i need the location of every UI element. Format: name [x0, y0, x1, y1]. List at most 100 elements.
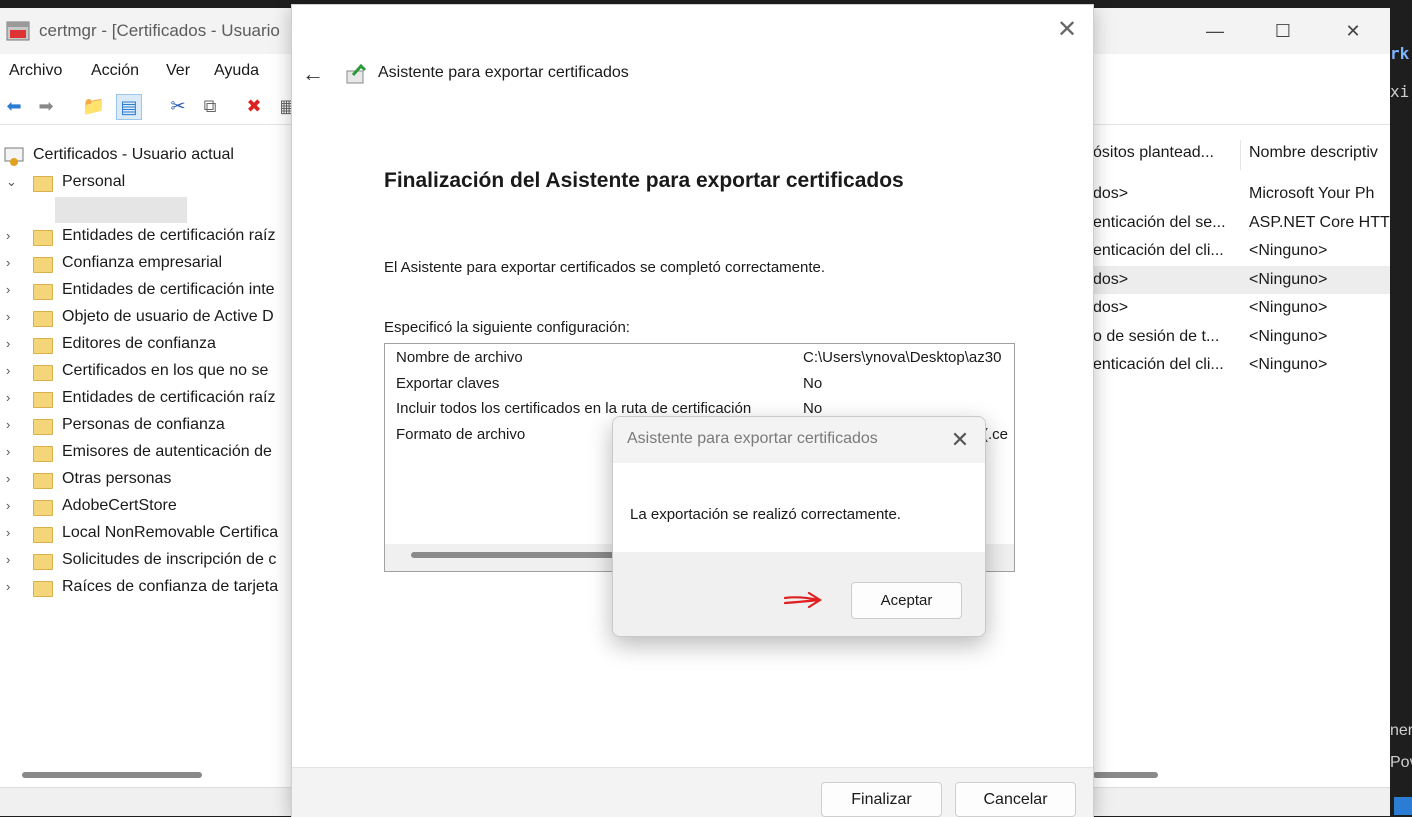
list-cell-purposes: dos> [1093, 299, 1129, 316]
list-cell-purposes: enticación del cli... [1093, 356, 1224, 373]
terminal-text: rk [1390, 44, 1410, 63]
chevron-right-icon[interactable]: › [6, 444, 10, 459]
export-success-messagebox: Asistente para exportar certificados ✕ L… [612, 416, 986, 637]
chevron-right-icon[interactable]: › [6, 390, 10, 405]
folder-icon [33, 473, 53, 489]
menu-accion[interactable]: Acción [91, 62, 139, 80]
chevron-right-icon[interactable]: › [6, 498, 10, 513]
chevron-right-icon[interactable]: › [6, 228, 10, 243]
list-cell-friendly-name: <Ninguno> [1249, 242, 1328, 259]
column-divider[interactable] [1240, 140, 1241, 170]
chevron-right-icon[interactable]: › [6, 255, 10, 270]
terminal-text: Pov [1390, 754, 1412, 771]
up-folder-icon[interactable]: 📁 [82, 94, 106, 118]
column-header-purposes[interactable]: ósitos plantead... [1093, 144, 1233, 162]
tree-item-label: Solicitudes de inscripción de c [62, 551, 277, 568]
list-cell-purposes: dos> [1093, 185, 1129, 202]
list-cell-friendly-name: <Ninguno> [1249, 270, 1328, 288]
chevron-right-icon[interactable]: › [6, 336, 10, 351]
folder-icon [33, 392, 53, 408]
export-wizard-dialog: ✕ ← Asistente para exportar certificados… [291, 4, 1094, 817]
wizard-header-title: Asistente para exportar certificados [378, 64, 629, 81]
folder-icon [33, 365, 53, 381]
chevron-right-icon[interactable]: › [6, 417, 10, 432]
messagebox-title-bar: Asistente para exportar certificados ✕ [613, 417, 985, 463]
window-title: certmgr - [Certificados - Usuario [39, 21, 280, 40]
chevron-right-icon[interactable]: › [6, 282, 10, 297]
finish-button[interactable]: Finalizar [821, 782, 942, 817]
folder-icon [33, 581, 53, 597]
chevron-right-icon[interactable]: › [6, 363, 10, 378]
wizard-close-button[interactable]: ✕ [1050, 15, 1084, 45]
config-key: Exportar claves [396, 375, 500, 392]
certmgr-app-icon [6, 21, 30, 41]
terminal-text: xi [1390, 82, 1410, 101]
list-cell-friendly-name: <Ninguno> [1249, 327, 1328, 345]
taskbar-app-icon[interactable] [1394, 797, 1412, 815]
config-label: Especificó la siguiente configuración: [384, 319, 630, 336]
messagebox-close-button[interactable]: ✕ [943, 425, 977, 455]
messagebox-footer: Aceptar [613, 552, 985, 636]
chevron-right-icon[interactable]: › [6, 309, 10, 324]
config-value: C:\Users\ynova\Desktop\az30 [803, 349, 1002, 366]
list-cell-friendly-name: <Ninguno> [1249, 299, 1328, 316]
config-value: No [803, 375, 823, 392]
config-value: No [803, 400, 823, 417]
list-cell-purposes: dos> [1093, 270, 1129, 288]
cut-icon[interactable]: ✂ [166, 94, 190, 118]
folder-icon [33, 446, 53, 462]
tree-item-label: AdobeCertStore [62, 497, 177, 514]
chevron-right-icon[interactable]: › [6, 579, 10, 594]
tree-selection-highlight [55, 197, 187, 223]
tree-item-label: Otras personas [62, 470, 172, 487]
back-button[interactable]: ← [302, 61, 324, 87]
folder-icon [33, 176, 53, 192]
tree-pane: Certificados - Usuario actual ⌄PersonalC… [4, 146, 279, 597]
chevron-right-icon[interactable]: › [6, 552, 10, 567]
forward-arrow-icon[interactable]: ➡ [34, 94, 58, 118]
ok-button[interactable]: Aceptar [851, 582, 962, 619]
chevron-down-icon[interactable]: ⌄ [6, 174, 17, 190]
menu-ver[interactable]: Ver [166, 62, 190, 80]
close-button[interactable]: ✕ [1330, 14, 1376, 48]
cancel-button[interactable]: Cancelar [955, 782, 1076, 817]
delete-icon[interactable]: ✖ [242, 94, 266, 118]
list-cell-purposes: o de sesión de t... [1093, 327, 1220, 345]
tree-item-label: Editores de confianza [62, 335, 216, 352]
maximize-button[interactable]: ☐ [1260, 14, 1306, 48]
back-arrow-icon[interactable]: ⬅ [2, 94, 26, 118]
folder-icon [33, 338, 53, 354]
menu-ayuda[interactable]: Ayuda [214, 62, 259, 80]
chevron-right-icon[interactable]: › [6, 525, 10, 540]
list-cell-friendly-name: <Ninguno> [1249, 356, 1328, 373]
tree-item-label: Objeto de usuario de Active D [62, 308, 274, 325]
tree-item-label: Personal [62, 173, 126, 190]
tree-item-label: Entidades de certificación raíz [62, 227, 276, 244]
show-hide-tree-icon[interactable]: ▤ [116, 94, 142, 120]
folder-icon [33, 284, 53, 300]
config-key: Nombre de archivo [396, 349, 523, 366]
chevron-right-icon[interactable]: › [6, 471, 10, 486]
tree-item-label: Personas de confianza [62, 416, 225, 433]
menu-archivo[interactable]: Archivo [9, 62, 62, 80]
tree-item-label: Raíces de confianza de tarjeta [62, 578, 279, 595]
tree-item-label: Local NonRemovable Certifica [62, 524, 279, 541]
folder-icon [33, 311, 53, 327]
minimize-button[interactable]: — [1192, 14, 1238, 48]
tree-horizontal-scrollbar[interactable] [22, 772, 202, 778]
tree-item-label: Entidades de certificación inte [62, 281, 275, 298]
red-arrow-annotation-icon [783, 591, 823, 609]
folder-icon [33, 257, 53, 273]
copy-icon[interactable]: ⧉ [198, 94, 222, 118]
tree-item-label: Emisores de autenticación de [62, 443, 272, 460]
tree-item-label: Certificados en los que no se [62, 362, 269, 379]
folder-icon [33, 554, 53, 570]
folder-icon [33, 500, 53, 516]
folder-icon [33, 419, 53, 435]
messagebox-text: La exportación se realizó correctamente. [630, 506, 901, 523]
terminal-window-edge: rk xi ner Pov [1390, 0, 1412, 815]
column-header-friendly-name[interactable]: Nombre descriptiv [1249, 144, 1390, 162]
list-horizontal-scrollbar[interactable] [1093, 772, 1158, 778]
wizard-footer: Finalizar Cancelar [292, 767, 1093, 817]
tree-item-label: Confianza empresarial [62, 254, 223, 271]
